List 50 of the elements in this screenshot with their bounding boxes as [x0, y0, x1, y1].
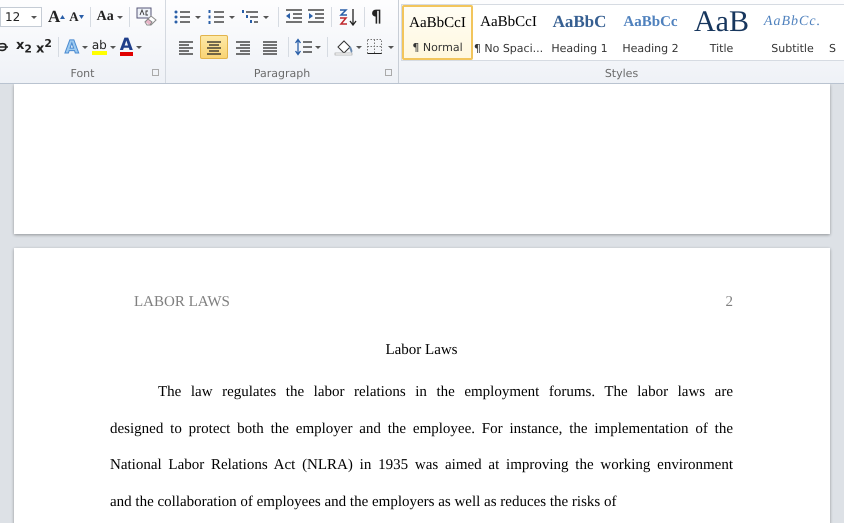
- style-sample: AaB: [694, 9, 749, 35]
- superscript-button[interactable]: x$^{2}$: [34, 35, 54, 59]
- align-left-icon: [178, 40, 194, 54]
- font-size-field[interactable]: 12: [0, 7, 42, 27]
- style-sample: AaBbCc.: [764, 13, 822, 31]
- style-sample: AaBbCcI: [409, 14, 466, 33]
- group-label: Font: [70, 66, 94, 80]
- align-justify-icon: [262, 40, 278, 54]
- numbering-icon[interactable]: [208, 9, 238, 25]
- style-item[interactable]: AaBbCcI ¶ Normal: [402, 5, 473, 60]
- show-marks-button[interactable]: ¶: [369, 5, 384, 29]
- style-item[interactable]: AaBbC Heading 1: [544, 5, 615, 60]
- up-triangle-icon: [60, 15, 66, 19]
- body-paragraph: The law regulates the labor relations in the employment forums. The labor laws are designed to protect both the employer and the employee. For instance, the implementation of the National Labor Relations Act (NLRA) in 1935 was aimed at improving the working environment and the collaboration of employees and the employers as well as reduces the risks of: [110, 383, 733, 512]
- bullets-icon[interactable]: [174, 9, 204, 25]
- style-sample: AaBbC: [552, 11, 606, 33]
- decrease-indent-icon[interactable]: [285, 9, 303, 25]
- style-item[interactable]: S: [828, 5, 844, 60]
- font-size-value: 12: [5, 10, 20, 24]
- running-header: LABOR LAWS: [134, 294, 230, 311]
- font-color-button[interactable]: A: [118, 35, 144, 59]
- style-name: Title: [710, 42, 734, 55]
- subscript-button[interactable]: x$_{2}$: [14, 35, 34, 59]
- style-sample: AaBbCcI: [480, 13, 537, 32]
- increase-indent-icon[interactable]: [307, 9, 325, 25]
- down-triangle-icon: [78, 15, 84, 19]
- align-center-icon: [206, 40, 222, 54]
- align-right-icon: [234, 40, 250, 54]
- style-name: ¶ No Spaci...: [474, 42, 543, 55]
- multilevel-list-icon[interactable]: [242, 9, 272, 25]
- style-sample: AaBbCc: [623, 13, 678, 32]
- style-name: ¶ Normal: [412, 40, 463, 54]
- strikethrough-icon[interactable]: [0, 40, 8, 54]
- shrink-font-button[interactable]: A: [67, 5, 86, 29]
- style-name: Heading 2: [622, 42, 679, 55]
- style-name: Subtitle: [771, 42, 814, 55]
- highlight-button[interactable]: ab: [90, 35, 118, 59]
- document-title: Labor Laws: [385, 342, 458, 358]
- change-case-button[interactable]: Aa: [94, 5, 125, 29]
- grow-font-button[interactable]: A: [46, 5, 68, 29]
- align-center-button[interactable]: [200, 35, 228, 59]
- style-name: Heading 1: [551, 42, 608, 55]
- group-label: Styles: [604, 66, 638, 80]
- style-item[interactable]: AaB Title: [686, 5, 757, 60]
- group-label: Paragraph: [254, 66, 310, 80]
- style-item[interactable]: AaBbCc Heading 2: [615, 5, 686, 60]
- style-item[interactable]: AaBbCcI ¶ No Spaci...: [473, 5, 544, 60]
- page-number: 2: [726, 294, 733, 311]
- style-name: S: [829, 42, 836, 55]
- style-item[interactable]: AaBbCc. Subtitle: [757, 5, 828, 60]
